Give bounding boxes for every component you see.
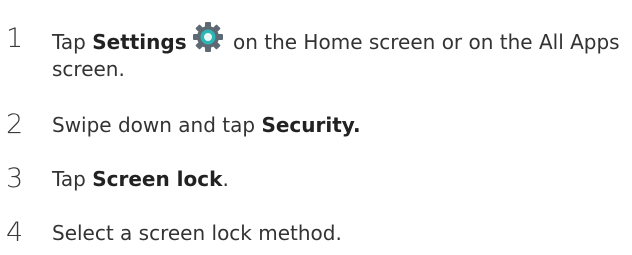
settings-gear-icon (191, 22, 225, 52)
step-text: Select a screen lock method. (52, 220, 627, 247)
step-number: 4 (6, 217, 24, 248)
step-number: 3 (6, 163, 24, 194)
step-text-bold: Screen lock (92, 167, 223, 191)
step-text-prefix: Tap (52, 167, 93, 191)
step-text-bold: Settings (92, 30, 187, 54)
step-text-suffix: . (222, 167, 229, 191)
step-text: Tap Screen lock. (52, 166, 627, 193)
step-number: 2 (6, 109, 24, 140)
step-text-prefix: Select a screen lock method. (52, 221, 342, 245)
step-text-prefix: Tap (52, 30, 93, 54)
step-text: Swipe down and tap Security. (52, 112, 627, 139)
step-number: 1 (6, 23, 24, 54)
step-text: Tap Settings on the Home screen or on th… (52, 22, 627, 83)
step-text-prefix: Swipe down and tap (52, 113, 262, 137)
step-text-bold: Security. (261, 113, 361, 137)
